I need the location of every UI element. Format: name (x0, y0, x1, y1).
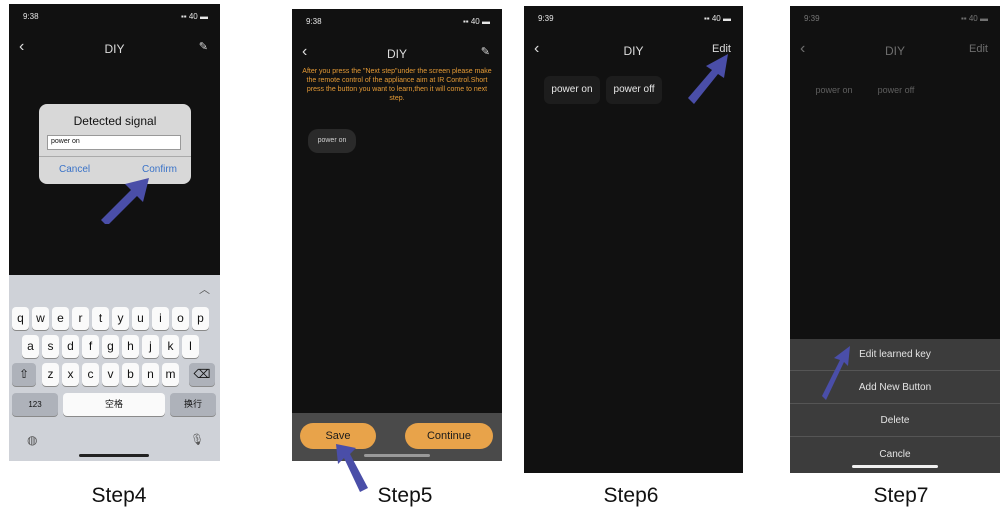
key[interactable]: g (102, 335, 119, 358)
key[interactable]: l (182, 335, 199, 358)
key[interactable]: k (162, 335, 179, 358)
home-indicator (852, 465, 938, 468)
key[interactable]: c (82, 363, 99, 386)
pointer-arrow (101, 178, 149, 224)
key[interactable]: e (52, 307, 69, 330)
instruction-text: After you press the "Next step"under the… (302, 68, 492, 102)
home-indicator (79, 454, 149, 457)
status-signal: ▪▪ 40 ▬ (180, 12, 208, 21)
key[interactable]: u (132, 307, 149, 330)
keyboard: ︿ q w e r t y u i o p a s d f g h j k l … (9, 275, 220, 461)
key[interactable]: x (62, 363, 79, 386)
key[interactable]: d (62, 335, 79, 358)
learned-button-power-on[interactable]: power on (544, 76, 600, 104)
step4-phone-screen: 9:38 ▪▪ 40 ▬ ‹ DIY ✎ Detected signal pow… (9, 4, 220, 461)
learned-button-power-off[interactable]: power off (606, 76, 662, 104)
step5-label: Step5 (377, 484, 433, 507)
key[interactable]: n (142, 363, 159, 386)
key[interactable]: s (42, 335, 59, 358)
cancel-button[interactable]: Cancel (59, 164, 90, 175)
return-key[interactable]: 换行 (170, 393, 216, 416)
signal-value: 40 (470, 17, 480, 26)
key[interactable]: a (22, 335, 39, 358)
delete-option[interactable]: Delete (790, 405, 1000, 437)
continue-button[interactable]: Continue (405, 423, 493, 449)
divider (39, 156, 191, 157)
key[interactable]: j (142, 335, 159, 358)
status-time: 9:39 (538, 14, 554, 23)
key[interactable]: p (192, 307, 209, 330)
dialog-title: Detected signal (73, 114, 157, 128)
detected-signal-dialog: Detected signal power on Cancel Confirm (39, 104, 191, 184)
key[interactable]: v (102, 363, 119, 386)
key[interactable]: h (122, 335, 139, 358)
nav-bar: ‹ DIY ✎ (292, 41, 502, 69)
nav-bar: ‹ DIY ✎ (9, 36, 220, 64)
pointer-arrow (688, 54, 728, 104)
chevron-up-icon[interactable]: ︿ (199, 281, 210, 297)
shift-icon[interactable]: ⇧ (12, 363, 36, 386)
keyboard-row-1: q w e r t y u i o p (9, 307, 220, 331)
step7-phone-screen: 9:39 ▪▪ 40 ▬ ‹ DIY Edit power on power o… (790, 6, 1000, 473)
key[interactable]: t (92, 307, 109, 330)
microphone-icon[interactable]: 🎙 (190, 433, 204, 446)
learned-button-power-on[interactable]: power on (308, 129, 356, 153)
status-time: 9:38 (306, 17, 322, 26)
status-bar: 9:38 ▪▪ 40 ▬ (292, 9, 502, 31)
keyboard-row-3: ⇧ z x c v b n m ⌫ (9, 363, 220, 387)
pencil-icon[interactable]: ✎ (481, 45, 490, 58)
key[interactable]: q (12, 307, 29, 330)
status-bar: 9:38 ▪▪ 40 ▬ (9, 4, 220, 26)
pencil-icon[interactable]: ✎ (199, 40, 208, 53)
signal-value: 40 (711, 14, 721, 23)
numbers-key[interactable]: 123 (12, 393, 58, 416)
signal-value: 40 (188, 12, 198, 21)
page-title: DIY (104, 42, 125, 56)
step7-label: Step7 (873, 484, 929, 507)
key[interactable]: r (72, 307, 89, 330)
backspace-icon[interactable]: ⌫ (189, 363, 215, 386)
step6-label: Step6 (603, 484, 659, 507)
page-title: DIY (386, 47, 407, 61)
learned-button-power-off[interactable]: power off (870, 76, 922, 104)
key[interactable]: b (122, 363, 139, 386)
status-signal: ▪▪ 40 ▬ (462, 17, 490, 26)
key[interactable]: f (82, 335, 99, 358)
key[interactable]: y (112, 307, 129, 330)
space-key[interactable]: 空格 (63, 393, 165, 416)
key[interactable]: w (32, 307, 49, 330)
step6-phone-screen: 9:39 ▪▪ 40 ▬ ‹ DIY Edit power on power o… (524, 6, 743, 473)
key[interactable]: z (42, 363, 59, 386)
keyboard-row-4: 123 空格 换行 (9, 393, 220, 417)
key[interactable]: i (152, 307, 169, 330)
keyboard-row-2: a s d f g h j k l (9, 335, 220, 359)
status-bar: 9:39 ▪▪ 40 ▬ (790, 6, 1000, 28)
key[interactable]: m (162, 363, 179, 386)
status-signal: ▪▪ 40 ▬ (960, 14, 988, 23)
learned-button-power-on[interactable]: power on (808, 76, 860, 104)
edit-button[interactable]: Edit (969, 43, 988, 55)
status-time: 9:38 (23, 12, 39, 21)
nav-bar: ‹ DIY Edit (790, 38, 1000, 66)
status-signal: ▪▪ 40 ▬ (703, 14, 731, 23)
key[interactable]: o (172, 307, 189, 330)
bottom-action-bar: Save Continue (292, 413, 502, 461)
pointer-arrow (822, 346, 850, 400)
step4-label: Step4 (91, 484, 147, 507)
signal-name-input[interactable]: power on (47, 135, 181, 150)
signal-value: 40 (968, 14, 978, 23)
status-time: 9:39 (804, 14, 820, 23)
status-bar: 9:39 ▪▪ 40 ▬ (524, 6, 743, 28)
step5-phone-screen: 9:38 ▪▪ 40 ▬ ‹ DIY ✎ After you press the… (292, 9, 502, 461)
globe-icon[interactable]: ◍ (27, 433, 37, 447)
